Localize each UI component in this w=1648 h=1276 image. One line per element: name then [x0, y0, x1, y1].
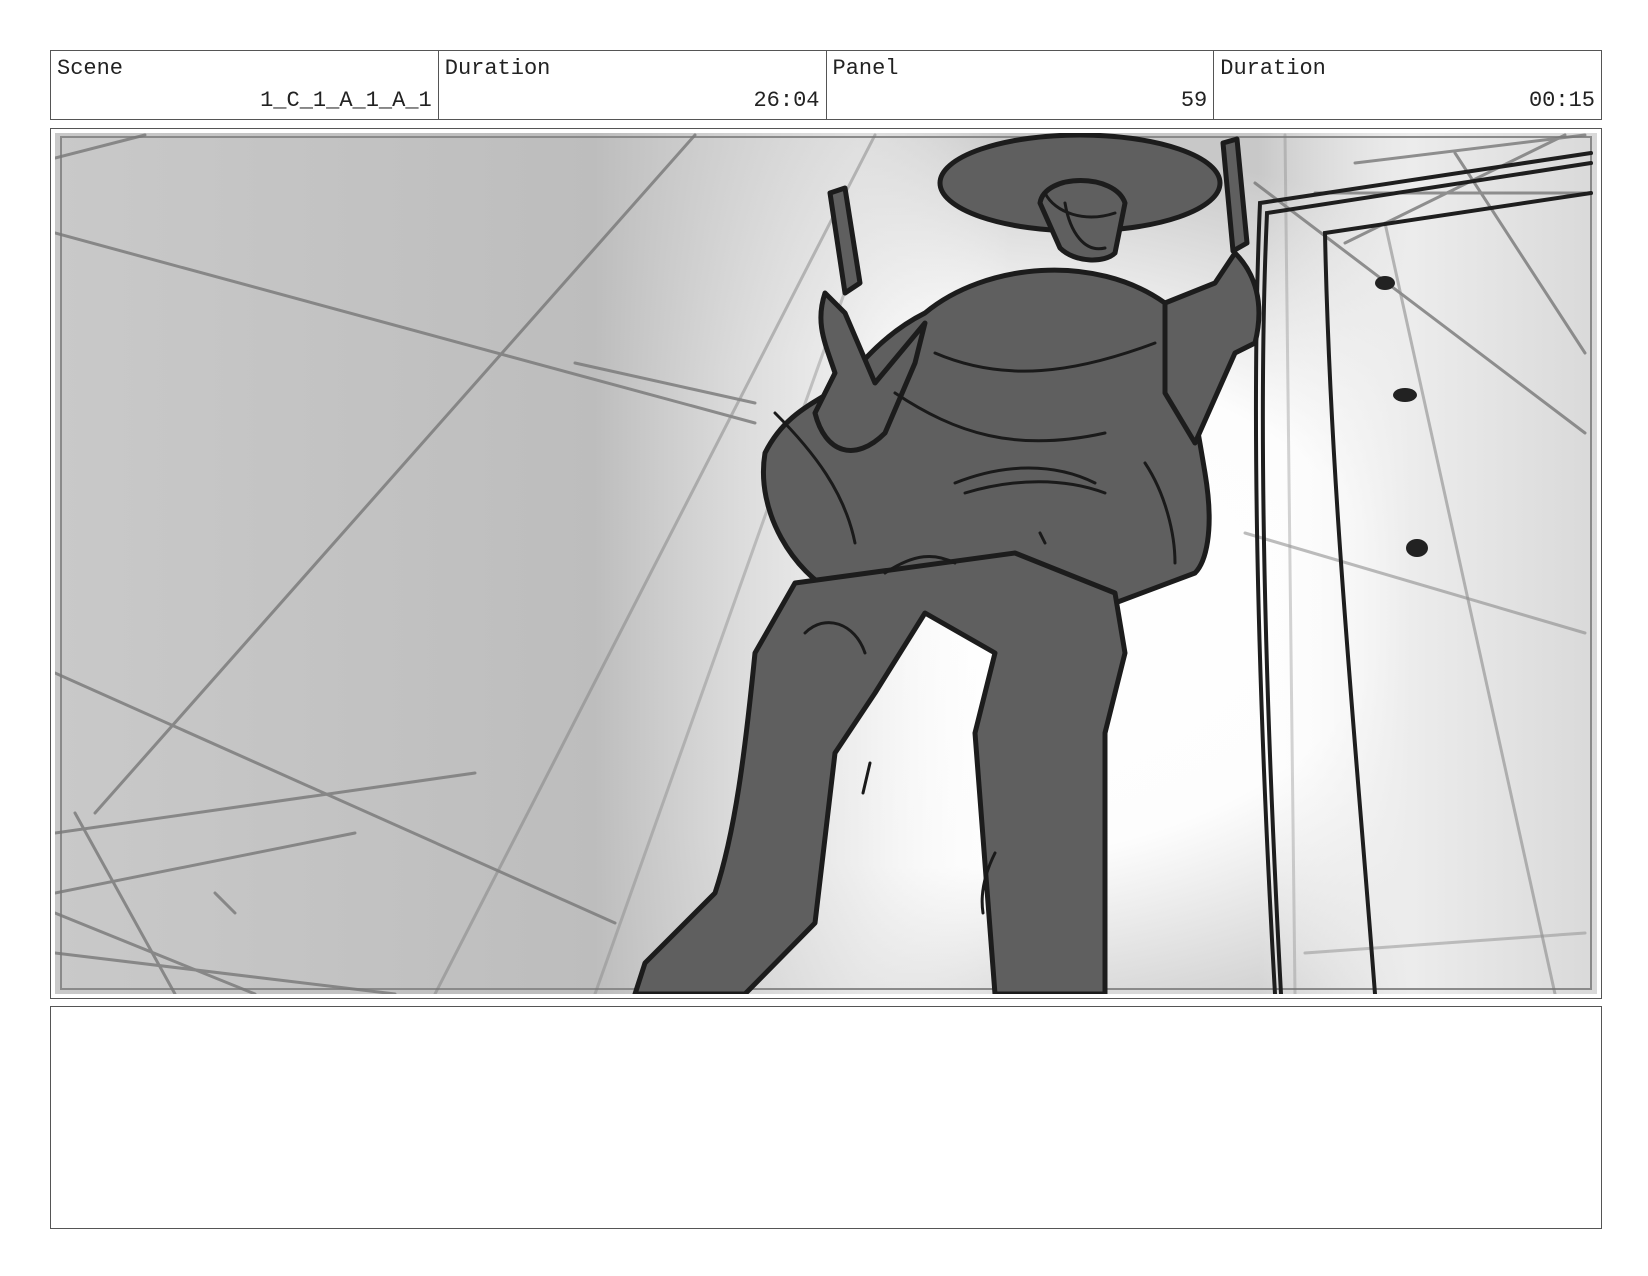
storyboard-sketch	[55, 133, 1597, 994]
panel-value: 59	[1180, 88, 1208, 113]
storyboard-header: Scene 1_C_1_A_1_A_1 Duration 26:04 Panel…	[50, 50, 1602, 120]
panel-duration-value: 00:15	[1528, 88, 1595, 113]
duration-label: Duration	[444, 56, 551, 81]
panel-duration-label: Duration	[1220, 56, 1326, 81]
scene-value: 1_C_1_A_1_A_1	[260, 88, 432, 113]
panel-label: Panel	[832, 56, 899, 81]
storyboard-frame	[50, 128, 1602, 999]
panel-duration-cell: Duration 00:15	[1214, 51, 1601, 119]
notes-box	[50, 1006, 1602, 1229]
scene-cell: Scene 1_C_1_A_1_A_1	[51, 51, 439, 119]
scene-label: Scene	[57, 56, 124, 81]
duration-value: 26:04	[753, 88, 820, 113]
duration-cell: Duration 26:04	[439, 51, 827, 119]
panel-cell: Panel 59	[827, 51, 1215, 119]
